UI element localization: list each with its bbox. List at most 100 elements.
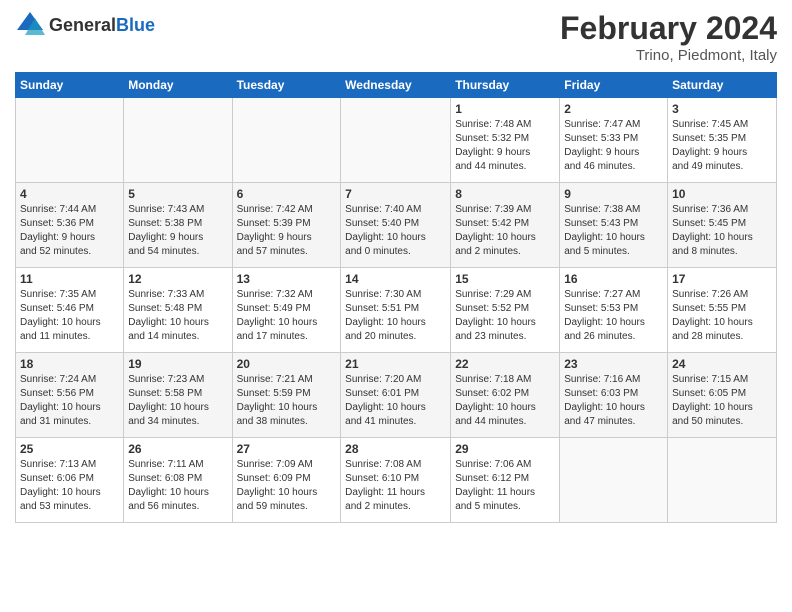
day-number: 24: [672, 357, 772, 371]
day-cell: 25Sunrise: 7:13 AM Sunset: 6:06 PM Dayli…: [16, 438, 124, 523]
day-number: 22: [455, 357, 555, 371]
day-info: Sunrise: 7:47 AM Sunset: 5:33 PM Dayligh…: [564, 118, 663, 174]
day-number: 17: [672, 272, 772, 286]
week-row-3: 11 Sunrise: 7:35 AM Sunset: 5:46 PM Dayli…: [16, 268, 777, 353]
day-number: 9: [564, 187, 663, 201]
day-info: Sunrise: 7:26 AM Sunset: 5:55 PM Dayligh…: [672, 288, 772, 344]
day-number: 7: [345, 187, 446, 201]
day-cell: 3 Sunrise: 7:45 AM Sunset: 5:35 PM Daylig…: [668, 98, 777, 183]
day-info: Sunrise: 7:18 AM Sunset: 6:02 PM Dayligh…: [455, 373, 555, 429]
day-number: 14: [345, 272, 446, 286]
day-number: 26: [128, 442, 227, 456]
day-cell: [232, 98, 341, 183]
day-number: 21: [345, 357, 446, 371]
day-number: 19: [128, 357, 227, 371]
day-cell: 1Sunrise: 7:48 AM Sunset: 5:32 PM Daylig…: [451, 98, 560, 183]
calendar-body: 1Sunrise: 7:48 AM Sunset: 5:32 PM Daylig…: [16, 98, 777, 523]
day-cell: 16 Sunrise: 7:27 AM Sunset: 5:53 PM Dayli…: [560, 268, 668, 353]
day-cell: 24 Sunrise: 7:15 AM Sunset: 6:05 PM Dayli…: [668, 353, 777, 438]
day-info: Sunrise: 7:43 AM Sunset: 5:38 PM Dayligh…: [128, 203, 227, 259]
day-cell: 4 Sunrise: 7:44 AM Sunset: 5:36 PM Daylig…: [16, 183, 124, 268]
col-friday: Friday: [560, 73, 668, 98]
day-cell: 22 Sunrise: 7:18 AM Sunset: 6:02 PM Dayli…: [451, 353, 560, 438]
week-row-2: 4 Sunrise: 7:44 AM Sunset: 5:36 PM Daylig…: [16, 183, 777, 268]
day-info: Sunrise: 7:15 AM Sunset: 6:05 PM Dayligh…: [672, 373, 772, 429]
day-info: Sunrise: 7:42 AM Sunset: 5:39 PM Dayligh…: [237, 203, 337, 259]
title-block: February 2024 Trino, Piedmont, Italy: [560, 10, 777, 64]
day-info: Sunrise: 7:08 AM Sunset: 6:10 PM Dayligh…: [345, 458, 446, 514]
day-number: 3: [672, 102, 772, 116]
day-cell: 6 Sunrise: 7:42 AM Sunset: 5:39 PM Daylig…: [232, 183, 341, 268]
day-cell: 11 Sunrise: 7:35 AM Sunset: 5:46 PM Dayli…: [16, 268, 124, 353]
week-row-5: 25Sunrise: 7:13 AM Sunset: 6:06 PM Dayli…: [16, 438, 777, 523]
day-number: 27: [237, 442, 337, 456]
day-info: Sunrise: 7:09 AM Sunset: 6:09 PM Dayligh…: [237, 458, 337, 514]
day-info: Sunrise: 7:45 AM Sunset: 5:35 PM Dayligh…: [672, 118, 772, 174]
day-number: 16: [564, 272, 663, 286]
day-info: Sunrise: 7:39 AM Sunset: 5:42 PM Dayligh…: [455, 203, 555, 259]
day-cell: 8 Sunrise: 7:39 AM Sunset: 5:42 PM Daylig…: [451, 183, 560, 268]
page-title: February 2024: [560, 10, 777, 47]
day-number: 8: [455, 187, 555, 201]
day-info: Sunrise: 7:44 AM Sunset: 5:36 PM Dayligh…: [20, 203, 119, 259]
day-number: 18: [20, 357, 119, 371]
day-number: 6: [237, 187, 337, 201]
day-cell: 12 Sunrise: 7:33 AM Sunset: 5:48 PM Dayli…: [124, 268, 232, 353]
col-wednesday: Wednesday: [341, 73, 451, 98]
day-cell: 27 Sunrise: 7:09 AM Sunset: 6:09 PM Dayli…: [232, 438, 341, 523]
day-cell: 2 Sunrise: 7:47 AM Sunset: 5:33 PM Daylig…: [560, 98, 668, 183]
col-sunday: Sunday: [16, 73, 124, 98]
day-number: 1: [455, 102, 555, 116]
day-info: Sunrise: 7:16 AM Sunset: 6:03 PM Dayligh…: [564, 373, 663, 429]
day-info: Sunrise: 7:06 AM Sunset: 6:12 PM Dayligh…: [455, 458, 555, 514]
calendar-table: Sunday Monday Tuesday Wednesday Thursday…: [15, 72, 777, 523]
day-cell: 17 Sunrise: 7:26 AM Sunset: 5:55 PM Dayli…: [668, 268, 777, 353]
page-location: Trino, Piedmont, Italy: [560, 47, 777, 64]
col-monday: Monday: [124, 73, 232, 98]
day-number: 4: [20, 187, 119, 201]
header-row: Sunday Monday Tuesday Wednesday Thursday…: [16, 73, 777, 98]
week-row-1: 1Sunrise: 7:48 AM Sunset: 5:32 PM Daylig…: [16, 98, 777, 183]
day-number: 15: [455, 272, 555, 286]
logo-icon: [15, 10, 45, 40]
col-thursday: Thursday: [451, 73, 560, 98]
day-info: Sunrise: 7:27 AM Sunset: 5:53 PM Dayligh…: [564, 288, 663, 344]
day-info: Sunrise: 7:36 AM Sunset: 5:45 PM Dayligh…: [672, 203, 772, 259]
day-info: Sunrise: 7:21 AM Sunset: 5:59 PM Dayligh…: [237, 373, 337, 429]
day-number: 12: [128, 272, 227, 286]
day-cell: 14 Sunrise: 7:30 AM Sunset: 5:51 PM Dayli…: [341, 268, 451, 353]
day-number: 13: [237, 272, 337, 286]
day-info: Sunrise: 7:35 AM Sunset: 5:46 PM Dayligh…: [20, 288, 119, 344]
day-cell: 29 Sunrise: 7:06 AM Sunset: 6:12 PM Dayli…: [451, 438, 560, 523]
day-number: 10: [672, 187, 772, 201]
day-cell: 20 Sunrise: 7:21 AM Sunset: 5:59 PM Dayli…: [232, 353, 341, 438]
day-cell: 15Sunrise: 7:29 AM Sunset: 5:52 PM Dayli…: [451, 268, 560, 353]
day-cell: 18Sunrise: 7:24 AM Sunset: 5:56 PM Dayli…: [16, 353, 124, 438]
day-info: Sunrise: 7:33 AM Sunset: 5:48 PM Dayligh…: [128, 288, 227, 344]
logo: GeneralBlue: [15, 10, 155, 40]
day-cell: [16, 98, 124, 183]
day-cell: 23Sunrise: 7:16 AM Sunset: 6:03 PM Dayli…: [560, 353, 668, 438]
day-cell: 26 Sunrise: 7:11 AM Sunset: 6:08 PM Dayli…: [124, 438, 232, 523]
day-cell: 9 Sunrise: 7:38 AM Sunset: 5:43 PM Daylig…: [560, 183, 668, 268]
day-info: Sunrise: 7:11 AM Sunset: 6:08 PM Dayligh…: [128, 458, 227, 514]
day-number: 20: [237, 357, 337, 371]
day-info: Sunrise: 7:20 AM Sunset: 6:01 PM Dayligh…: [345, 373, 446, 429]
week-row-4: 18Sunrise: 7:24 AM Sunset: 5:56 PM Dayli…: [16, 353, 777, 438]
day-number: 2: [564, 102, 663, 116]
day-info: Sunrise: 7:38 AM Sunset: 5:43 PM Dayligh…: [564, 203, 663, 259]
col-saturday: Saturday: [668, 73, 777, 98]
day-cell: 7Sunrise: 7:40 AM Sunset: 5:40 PM Daylig…: [341, 183, 451, 268]
day-number: 29: [455, 442, 555, 456]
calendar-header: Sunday Monday Tuesday Wednesday Thursday…: [16, 73, 777, 98]
page-header: GeneralBlue February 2024 Trino, Piedmon…: [15, 10, 777, 64]
logo-blue: Blue: [116, 15, 155, 35]
day-info: Sunrise: 7:30 AM Sunset: 5:51 PM Dayligh…: [345, 288, 446, 344]
day-cell: [668, 438, 777, 523]
day-info: Sunrise: 7:32 AM Sunset: 5:49 PM Dayligh…: [237, 288, 337, 344]
day-cell: 10 Sunrise: 7:36 AM Sunset: 5:45 PM Dayli…: [668, 183, 777, 268]
day-number: 5: [128, 187, 227, 201]
day-number: 11: [20, 272, 119, 286]
day-number: 28: [345, 442, 446, 456]
day-number: 25: [20, 442, 119, 456]
